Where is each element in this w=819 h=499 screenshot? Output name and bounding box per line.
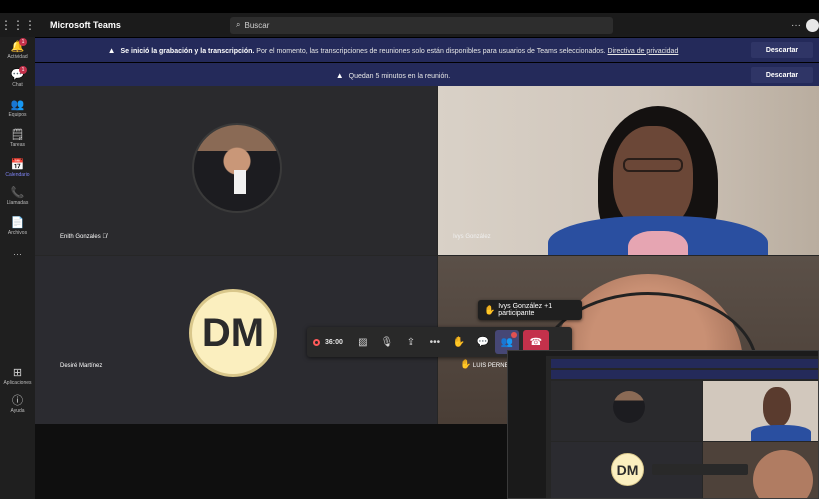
search-input[interactable]: ⌕ Buscar xyxy=(230,16,613,34)
raised-hands-tooltip: ✋ Ivys González +1 participante xyxy=(478,300,582,320)
time-remaining-banner: ▲ Quedan 5 minutos en la reunión. Descar… xyxy=(35,63,819,87)
notification-badge: 1 xyxy=(19,66,27,74)
search-placeholder: Buscar xyxy=(244,20,270,30)
screen-share-preview[interactable]: DM xyxy=(507,350,819,499)
title-bar: ⋮⋮⋮ Microsoft Teams ⌕ Buscar ··· xyxy=(0,13,819,37)
mic-off-icon[interactable]: 🎙 xyxy=(375,327,399,357)
app-launcher-icon[interactable]: ⋮⋮⋮ xyxy=(0,18,36,32)
preview-title-bar xyxy=(546,351,818,356)
share-screen-icon[interactable]: ⇪ xyxy=(399,327,423,357)
notification-badge xyxy=(510,332,517,338)
rail-item-archivos[interactable]: 📄 Archivos xyxy=(0,217,35,236)
avatar[interactable] xyxy=(806,18,819,32)
rail-item-chat[interactable]: 💬 1 Chat xyxy=(0,66,35,88)
bell-icon: 🔔 xyxy=(10,41,25,53)
more-actions-icon[interactable]: ••• xyxy=(423,327,447,357)
recording-banner: ▲ Se inició la grabación y la transcripc… xyxy=(35,38,819,62)
dismiss-recording-button[interactable]: Descartar xyxy=(751,42,813,58)
preview-banner xyxy=(551,359,818,368)
recording-banner-text: Por el momento, las transcripciones de r… xyxy=(256,47,608,55)
participant-tile-enith[interactable]: Enith Gonzales 🎙̸ xyxy=(35,86,437,255)
tasks-icon: 🗒 xyxy=(10,129,25,141)
apps-icon: ⊞ xyxy=(12,367,23,379)
preview-banner xyxy=(551,370,818,379)
warning-icon: ▲ xyxy=(335,70,344,80)
more-options-icon[interactable]: ··· xyxy=(791,20,801,31)
phone-icon: 📞 xyxy=(10,187,25,199)
chat-icon: 💬 xyxy=(10,69,25,81)
raised-hand-icon: ✋ xyxy=(460,359,472,369)
search-icon: ⌕ xyxy=(236,20,241,29)
raised-hand-icon: ✋ xyxy=(484,304,496,315)
calendar-icon: 📅 xyxy=(10,159,25,171)
preview-call-controls xyxy=(652,464,748,475)
rail-item-equipos[interactable]: 👥 Equipos xyxy=(0,99,35,118)
avatar: DM xyxy=(611,453,644,486)
help-icon: ⓘ xyxy=(12,395,23,407)
record-icon xyxy=(313,338,320,346)
rail-item-aplicaciones[interactable]: ⊞ Aplicaciones xyxy=(0,367,35,386)
participant-name: Ivys González xyxy=(453,234,491,240)
app-rail: 🔔 1 Actividad 💬 1 Chat 👥 Equipos 🗒 Tarea… xyxy=(0,37,35,499)
dismiss-time-button[interactable]: Descartar xyxy=(751,67,813,83)
privacy-policy-link[interactable]: Directiva de privacidad xyxy=(608,48,679,55)
participant-name: Enith Gonzales xyxy=(60,234,101,240)
call-timer: 36:00 xyxy=(325,338,343,346)
tooltip-text: Ivys González +1 participante xyxy=(498,303,553,317)
recording-indicator: 36:00 xyxy=(307,338,351,346)
participant-name: Desiré Martínez xyxy=(60,363,103,369)
teams-icon: 👥 xyxy=(10,99,25,111)
rail-item-ayuda[interactable]: ⓘ Ayuda xyxy=(0,395,35,414)
time-remaining-text: Quedan 5 minutos en la reunión. xyxy=(348,72,451,80)
mic-off-icon: 🎙̸ xyxy=(102,234,107,240)
raise-hand-icon[interactable]: ✋ xyxy=(447,327,471,357)
recording-banner-title: Se inició la grabación y la transcripció… xyxy=(120,47,255,55)
participant-tile-ivys[interactable]: Ivys González xyxy=(438,86,819,255)
avatar xyxy=(192,123,282,213)
chat-icon[interactable]: 💬 xyxy=(471,327,495,357)
avatar: DM xyxy=(189,289,277,377)
preview-tile xyxy=(551,381,702,441)
rail-item-actividad[interactable]: 🔔 1 Actividad xyxy=(0,38,35,60)
files-icon: 📄 xyxy=(10,217,25,229)
warning-icon: ▲ xyxy=(107,45,116,55)
notification-badge: 1 xyxy=(19,38,27,46)
hang-up-icon: ☎ xyxy=(529,336,543,348)
preview-tile xyxy=(703,381,818,441)
rail-item-tareas[interactable]: 🗒 Tareas xyxy=(0,129,35,148)
rail-item-llamadas[interactable]: 📞 Llamadas xyxy=(0,187,35,206)
camera-off-icon[interactable]: ▨ xyxy=(351,327,375,357)
app-title: Microsoft Teams xyxy=(50,20,121,30)
more-apps-icon[interactable]: ··· xyxy=(0,249,35,259)
rail-item-calendario[interactable]: 📅 Calendario xyxy=(0,159,35,178)
